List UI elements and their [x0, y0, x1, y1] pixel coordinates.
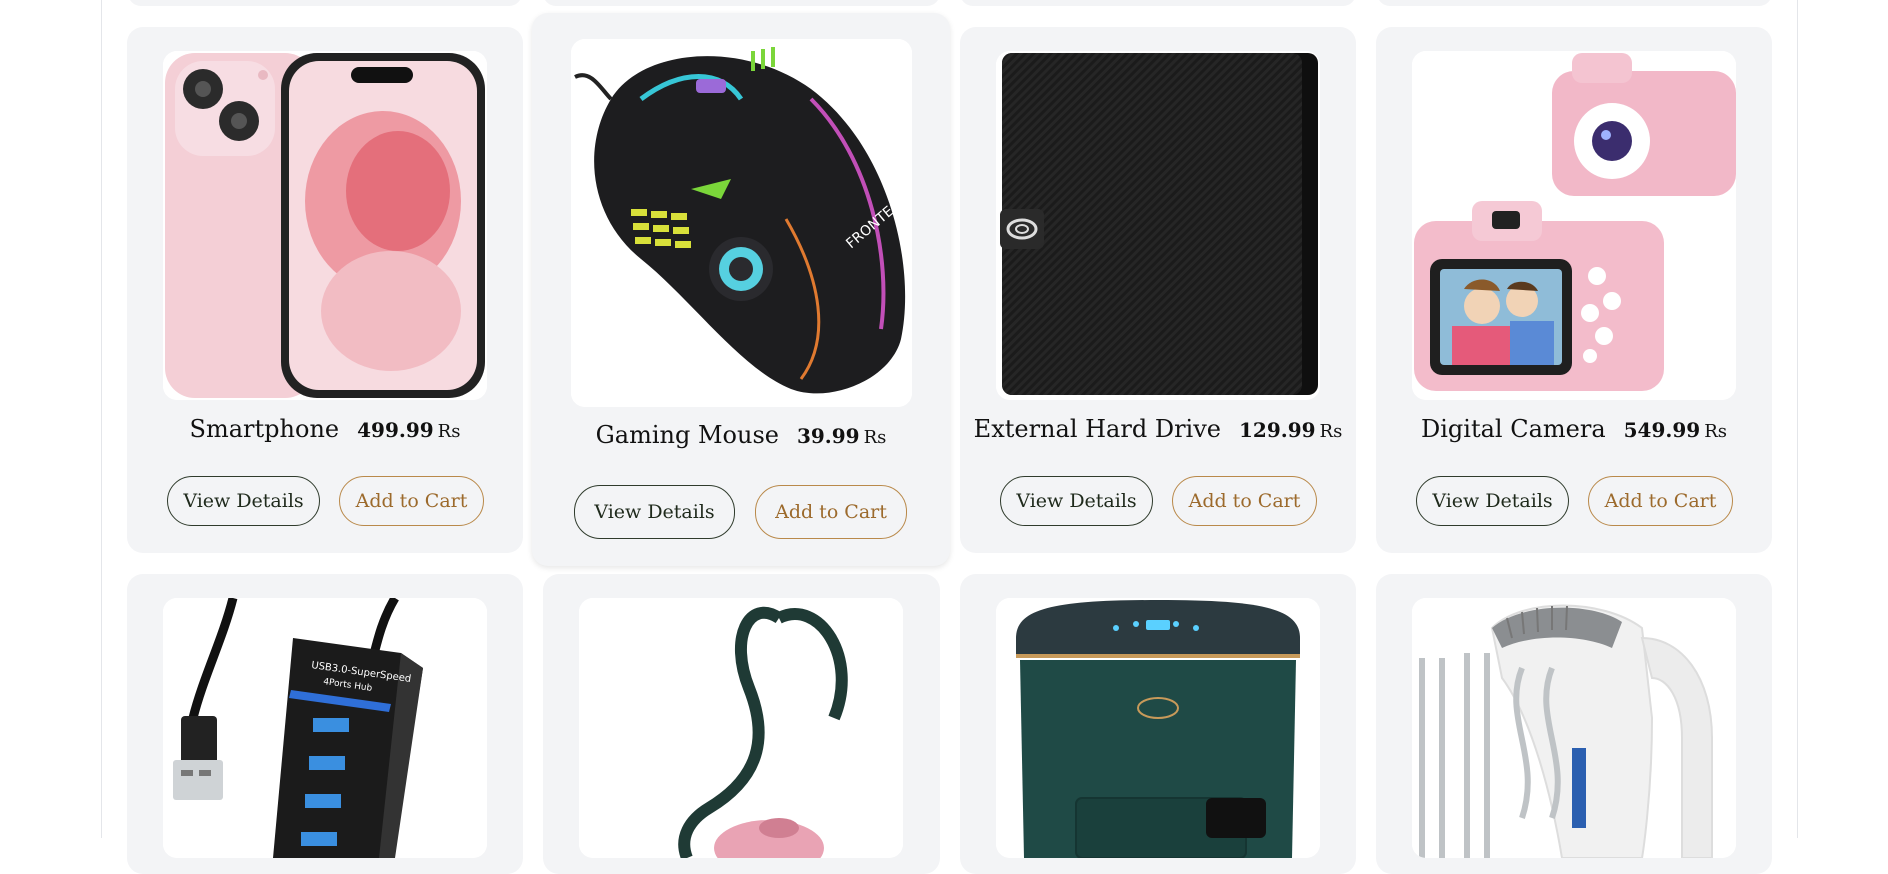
- currency-label: Rs: [863, 427, 887, 448]
- product-card[interactable]: External Hard Drive 129.99 Rs View Details…: [960, 27, 1356, 553]
- hard-drive-image-svg: [996, 51, 1320, 400]
- previous-row-card: [1377, 0, 1772, 6]
- previous-row-card: [128, 0, 522, 6]
- vacuum-cleaner-image[interactable]: [579, 598, 903, 858]
- usb-hub-image[interactable]: USB3.0-SuperSpeed 4Ports Hub: [163, 598, 487, 858]
- hand-mixer-image-svg: [1412, 598, 1736, 858]
- smartphone-image-svg: [163, 51, 487, 400]
- currency-label: Rs: [437, 421, 461, 442]
- view-details-button[interactable]: View Details: [1000, 476, 1153, 526]
- product-card[interactable]: Digital Camera 549.99 Rs View Details Add …: [1376, 27, 1772, 553]
- product-name: Smartphone: [189, 415, 340, 443]
- product-price: 39.99: [796, 424, 860, 448]
- usb-hub-image-svg: USB3.0-SuperSpeed 4Ports Hub: [163, 598, 487, 858]
- add-to-cart-button[interactable]: Add to Cart: [755, 485, 907, 539]
- add-to-cart-button[interactable]: Add to Cart: [339, 476, 484, 526]
- product-card[interactable]: [1376, 574, 1772, 874]
- add-to-cart-button[interactable]: Add to Cart: [1588, 476, 1733, 526]
- add-to-cart-button[interactable]: Add to Cart: [1172, 476, 1317, 526]
- smartphone-image[interactable]: [163, 51, 487, 400]
- view-details-button[interactable]: View Details: [1416, 476, 1569, 526]
- hard-drive-image[interactable]: [996, 51, 1320, 400]
- hand-mixer-image[interactable]: [1412, 598, 1736, 858]
- product-card[interactable]: USB3.0-SuperSpeed 4Ports Hub: [127, 574, 523, 874]
- product-price: 129.99: [1238, 418, 1316, 442]
- product-title-line: Smartphone 499.99 Rs: [127, 415, 523, 443]
- air-fryer-image-svg: [996, 598, 1320, 858]
- product-price: 499.99: [357, 418, 434, 442]
- product-name: Gaming Mouse: [595, 421, 779, 449]
- product-title-line: Gaming Mouse 39.99 Rs: [532, 421, 950, 449]
- camera-image[interactable]: [1412, 51, 1736, 400]
- product-card[interactable]: [960, 574, 1356, 874]
- previous-row-card: [543, 0, 940, 6]
- product-name: External Hard Drive: [973, 415, 1221, 443]
- currency-label: Rs: [1319, 421, 1343, 442]
- product-price: 549.99: [1623, 418, 1701, 442]
- gaming-mouse-image[interactable]: FRONTECH: [571, 39, 912, 407]
- product-title-line: External Hard Drive 129.99 Rs: [960, 415, 1356, 443]
- product-card[interactable]: FRONTECH Gaming Mouse 39.99 Rs View Detail…: [532, 13, 950, 566]
- view-details-button[interactable]: View Details: [167, 476, 320, 526]
- previous-row-card: [960, 0, 1356, 6]
- camera-image-svg: [1412, 51, 1736, 400]
- gaming-mouse-image-svg: FRONTECH: [571, 39, 912, 407]
- product-title-line: Digital Camera 549.99 Rs: [1376, 415, 1772, 443]
- product-card[interactable]: [543, 574, 940, 874]
- vacuum-cleaner-image-svg: [579, 598, 903, 858]
- currency-label: Rs: [1704, 421, 1727, 442]
- air-fryer-image[interactable]: [996, 598, 1320, 858]
- view-details-button[interactable]: View Details: [574, 485, 735, 539]
- product-card[interactable]: Smartphone 499.99 Rs View Details Add to C…: [127, 27, 523, 553]
- product-name: Digital Camera: [1421, 415, 1606, 443]
